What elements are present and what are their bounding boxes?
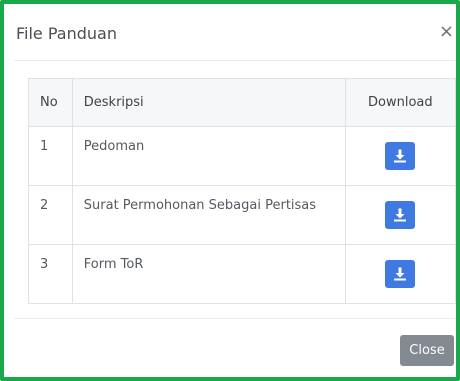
header-download: Download [344,78,456,127]
modal-header: File Panduan × [14,12,456,61]
highlight-frame: File Panduan × No Deskripsi Download 1 P… [0,0,460,381]
download-cell [344,126,456,186]
table-row: 1 Pedoman [28,126,456,186]
row-description: Pedoman [71,126,346,186]
download-button-pedoman[interactable] [385,142,416,170]
modal-title: File Panduan [16,24,117,43]
table-row: 2 Surat Permohonan Sebagai Pertisas [28,185,456,245]
row-number: 1 [28,126,73,186]
download-icon [394,149,407,163]
row-number: 2 [28,185,73,245]
row-description: Form ToR [71,244,346,304]
row-number: 3 [28,244,73,304]
download-cell [344,244,456,304]
header-deskripsi: Deskripsi [71,78,346,127]
download-cell [344,185,456,245]
download-button-form-tor[interactable] [385,260,416,288]
download-icon [394,208,407,222]
table-row: 3 Form ToR [28,244,456,304]
panduan-table: No Deskripsi Download 1 Pedoman 2 Surat … [28,78,456,304]
close-button[interactable]: Close [400,335,454,366]
modal-body: No Deskripsi Download 1 Pedoman 2 Surat … [14,78,456,319]
download-icon [394,267,407,281]
row-description: Surat Permohonan Sebagai Pertisas [71,185,346,245]
file-panduan-modal: File Panduan × No Deskripsi Download 1 P… [14,12,456,377]
download-button-surat-permohonan[interactable] [385,201,416,229]
modal-footer: Close [14,318,456,377]
table-header-row: No Deskripsi Download [28,78,456,127]
close-icon[interactable]: × [439,22,454,42]
header-no: No [28,78,73,127]
